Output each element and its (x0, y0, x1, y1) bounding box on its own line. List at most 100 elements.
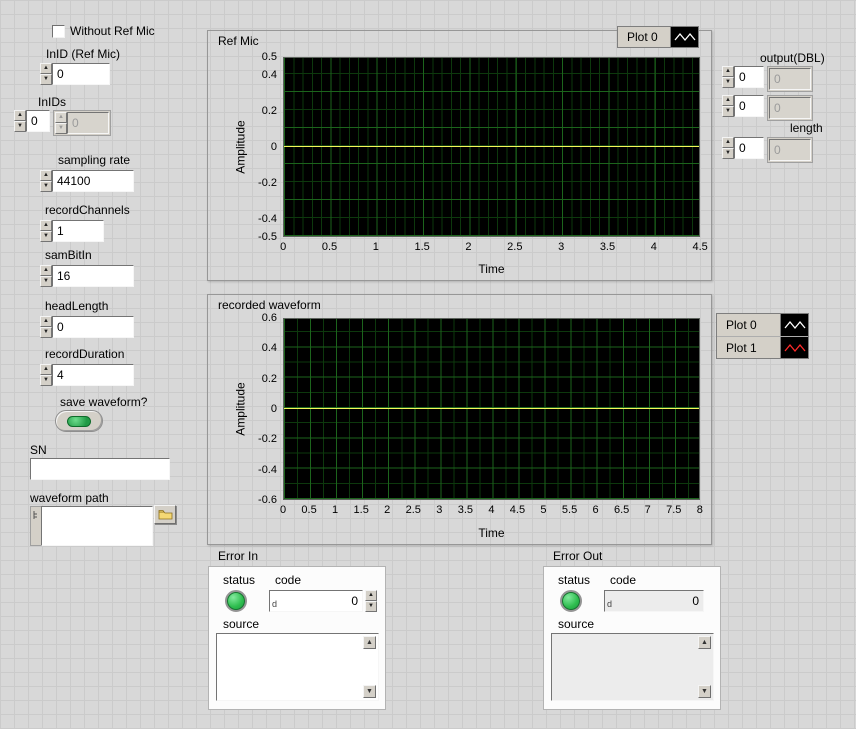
decrement-icon[interactable]: ▼ (722, 148, 734, 159)
decrement-icon[interactable]: ▼ (365, 601, 377, 612)
length-index-input[interactable] (734, 137, 764, 159)
record-channels-control[interactable]: ▲▼ (40, 220, 104, 242)
increment-icon[interactable]: ▲ (14, 110, 26, 121)
led-pill-icon (67, 416, 91, 427)
length-control[interactable]: ▲▼ 0 (722, 137, 813, 163)
scroll-up-icon[interactable]: ▲ (698, 636, 711, 649)
error-out-status-led (560, 590, 582, 612)
waveform-path-input[interactable] (41, 506, 153, 546)
increment-icon[interactable]: ▲ (40, 265, 52, 276)
ref-mic-y-axis-label: Amplitude (234, 57, 248, 237)
sambitin-label: samBitIn (45, 248, 92, 262)
browse-button[interactable] (154, 505, 176, 524)
output-dbl-row-0[interactable]: ▲▼ 0 (722, 66, 813, 92)
legend-plot1-label[interactable]: Plot 1 (717, 337, 780, 358)
inids-index-spinner[interactable]: ▲▼ (14, 110, 26, 132)
decrement-icon[interactable]: ▼ (722, 106, 734, 117)
ref-mic-legend[interactable]: Plot 0 (617, 26, 699, 48)
sambitin-input[interactable] (52, 265, 134, 287)
inid-control[interactable]: ▲▼ (40, 63, 110, 85)
output-element-frame: 0 (767, 66, 813, 92)
record-duration-control[interactable]: ▲▼ (40, 364, 134, 386)
error-out-source-value (552, 634, 713, 700)
increment-icon[interactable]: ▲ (40, 63, 52, 74)
without-ref-mic-checkbox[interactable]: Without Ref Mic (52, 24, 155, 38)
scroll-down-icon[interactable]: ▼ (698, 685, 711, 698)
inid-input[interactable] (52, 63, 110, 85)
save-waveform-button[interactable] (55, 410, 103, 432)
error-in-source-input[interactable] (217, 634, 378, 700)
sn-input[interactable] (30, 458, 170, 480)
increment-icon[interactable]: ▲ (365, 590, 377, 601)
headlength-control[interactable]: ▲▼ (40, 316, 134, 338)
plot1-waveform-icon[interactable] (780, 337, 808, 358)
output-dbl-row-1[interactable]: ▲▼ 0 (722, 95, 813, 121)
legend-plot0-label[interactable]: Plot 0 (717, 314, 780, 336)
decrement-icon[interactable]: ▼ (40, 231, 52, 242)
radix-indicator: d (605, 599, 613, 611)
increment-icon[interactable]: ▲ (722, 137, 734, 148)
ref-mic-plot-area (283, 57, 700, 237)
increment-icon[interactable]: ▲ (722, 95, 734, 106)
scroll-down-icon[interactable]: ▼ (363, 685, 376, 698)
inids-label: InIDs (38, 95, 66, 109)
plot0-waveform-icon[interactable] (670, 27, 698, 47)
scroll-up-icon[interactable]: ▲ (363, 636, 376, 649)
record-duration-spinner[interactable]: ▲▼ (40, 364, 52, 386)
inid-spinner[interactable]: ▲▼ (40, 63, 52, 85)
legend-plot0-label[interactable]: Plot 0 (618, 27, 670, 47)
ref-mic-graph-title: Ref Mic (218, 34, 259, 48)
sambitin-control[interactable]: ▲▼ (40, 265, 134, 287)
legend-row-plot0[interactable]: Plot 0 (717, 314, 808, 336)
inids-element-frame: ▲▼ 0 (53, 110, 111, 136)
error-in-code-spinner[interactable]: ▲▼ (365, 590, 377, 612)
decrement-icon[interactable]: ▼ (40, 74, 52, 85)
decrement-icon[interactable]: ▼ (40, 276, 52, 287)
inids-array-control[interactable]: ▲▼ ▲▼ 0 (14, 110, 111, 136)
increment-icon[interactable]: ▲ (40, 220, 52, 231)
increment-icon[interactable]: ▲ (722, 66, 734, 77)
front-panel: Without Ref Mic InID (Ref Mic) ▲▼ InIDs … (0, 0, 856, 729)
output-dbl-label: output(DBL) (760, 51, 825, 65)
legend-row-plot1[interactable]: Plot 1 (717, 336, 808, 358)
output-index-spinner[interactable]: ▲▼ (722, 66, 734, 88)
inids-element-spinner: ▲▼ (55, 112, 67, 134)
decrement-icon[interactable]: ▼ (40, 375, 52, 386)
sampling-rate-label: sampling rate (58, 153, 130, 167)
error-in-code-input[interactable] (278, 591, 362, 611)
sampling-rate-spinner[interactable]: ▲▼ (40, 170, 52, 192)
sambitin-spinner[interactable]: ▲▼ (40, 265, 52, 287)
without-ref-mic-label: Without Ref Mic (70, 24, 155, 38)
checkbox-box-icon[interactable] (52, 25, 65, 38)
recorded-y-ticks: 0.60.40.20-0.2-0.4-0.6 (248, 318, 280, 500)
decrement-icon[interactable]: ▼ (14, 121, 26, 132)
headlength-input[interactable] (52, 316, 134, 338)
increment-icon[interactable]: ▲ (40, 316, 52, 327)
sampling-rate-input[interactable] (52, 170, 134, 192)
output-index-input[interactable] (734, 66, 764, 88)
sampling-rate-control[interactable]: ▲▼ (40, 170, 134, 192)
waveform-path-control[interactable] (30, 506, 153, 546)
length-element-value: 0 (769, 139, 811, 161)
plot0-waveform-icon[interactable] (780, 314, 808, 336)
increment-icon[interactable]: ▲ (40, 364, 52, 375)
error-in-code-label: code (275, 573, 301, 587)
inids-index-input[interactable] (26, 110, 50, 132)
decrement-icon[interactable]: ▼ (722, 77, 734, 88)
decrement-icon[interactable]: ▼ (40, 327, 52, 338)
error-in-title: Error In (218, 549, 258, 563)
recorded-waveform-legend[interactable]: Plot 0 Plot 1 (716, 313, 809, 359)
output-index-spinner[interactable]: ▲▼ (722, 95, 734, 117)
output-index-input[interactable] (734, 95, 764, 117)
headlength-spinner[interactable]: ▲▼ (40, 316, 52, 338)
record-channels-input[interactable] (52, 220, 104, 242)
error-in-code-control[interactable]: d (269, 590, 363, 612)
increment-icon[interactable]: ▲ (40, 170, 52, 181)
error-out-source-label: source (558, 617, 594, 631)
record-duration-input[interactable] (52, 364, 134, 386)
error-out-code-value: 0 (613, 591, 703, 611)
decrement-icon[interactable]: ▼ (40, 181, 52, 192)
record-channels-spinner[interactable]: ▲▼ (40, 220, 52, 242)
error-in-source-control: ▲ ▼ (216, 633, 379, 701)
length-index-spinner[interactable]: ▲▼ (722, 137, 734, 159)
